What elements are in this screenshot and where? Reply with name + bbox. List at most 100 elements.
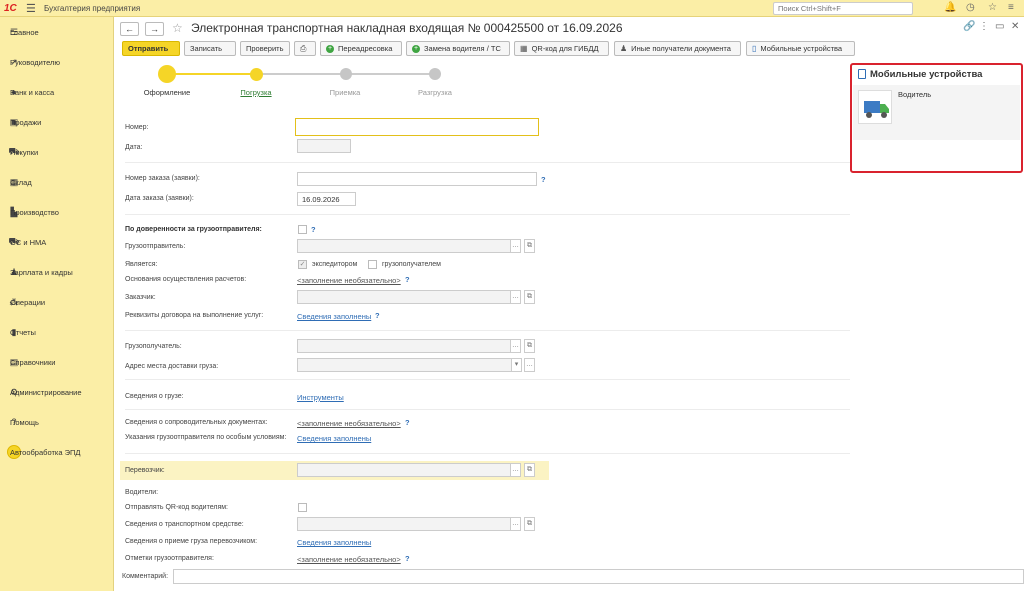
people-icon: ♟	[620, 44, 628, 53]
send-qr-checkbox[interactable]	[298, 503, 307, 512]
carrier-open-icon[interactable]: ⧉	[524, 463, 535, 477]
expand-icon[interactable]: ▭	[995, 21, 1004, 32]
customer-open-icon[interactable]: ⧉	[524, 290, 535, 304]
main-form: ← → ☆ Электронная транспортная накладная…	[115, 17, 1024, 591]
vehicle-open-icon[interactable]: ⧉	[524, 517, 535, 531]
sidebar-item[interactable]: ▮ Отчеты	[0, 322, 114, 342]
comment-field[interactable]	[173, 569, 1024, 584]
other-recipients-button[interactable]: ♟ Иные получатели документа	[614, 41, 741, 56]
cargo-label: Сведения о грузе:	[125, 393, 184, 400]
sidebar-item[interactable]: ● Банк и касса	[0, 82, 114, 102]
link-icon[interactable]: 🔗	[963, 21, 975, 32]
sidebar-item-label: Отчеты	[10, 327, 36, 337]
shipper-select-button[interactable]: …	[510, 239, 521, 253]
contract-link[interactable]: Сведения заполнены	[297, 312, 371, 321]
sidebar-item[interactable]: ⚙ Администрирование	[0, 382, 114, 402]
shipper-field[interactable]	[297, 239, 511, 253]
forward-button[interactable]: →	[145, 22, 164, 36]
driver-card[interactable]: Водитель	[853, 85, 1020, 140]
close-icon[interactable]: ✕	[1011, 21, 1019, 32]
address-field[interactable]	[297, 358, 512, 372]
save-button[interactable]: Записать	[184, 41, 236, 56]
customer-field[interactable]	[297, 290, 511, 304]
send-button[interactable]: Отправить	[122, 41, 180, 56]
carrier-field[interactable]	[297, 463, 511, 477]
sidebar-item[interactable]: ☰ Главное	[0, 22, 114, 42]
plus-icon: +	[412, 44, 420, 53]
notification-bell-icon[interactable]: 🔔	[944, 2, 956, 13]
sidebar-item-label: ОС и НМА	[10, 237, 47, 247]
forwarder-checkbox[interactable]: ✓	[298, 260, 307, 269]
marks-link[interactable]: <заполнение необязательно>	[297, 555, 401, 564]
marks-label: Отметки грузоотправителя:	[125, 555, 214, 562]
consignee-checkbox[interactable]	[368, 260, 377, 269]
sidebar-item[interactable]: ↗ Руководителю	[0, 52, 114, 72]
order-date-label: Дата заказа (заявки):	[125, 195, 194, 202]
address-select-button[interactable]: …	[524, 358, 535, 372]
help-icon[interactable]: ?	[375, 311, 380, 320]
help-icon[interactable]: ?	[311, 225, 316, 234]
help-icon[interactable]: ?	[405, 418, 410, 427]
carrier-select-button[interactable]: …	[510, 463, 521, 477]
help-icon[interactable]: ?	[405, 554, 410, 563]
mobile-phone-icon	[858, 69, 866, 79]
docs-link[interactable]: <заполнение необязательно>	[297, 419, 401, 428]
consignee-field[interactable]	[297, 339, 511, 353]
order-date-field[interactable]: 16.09.2026	[297, 192, 356, 206]
special-link[interactable]: Сведения заполнены	[297, 434, 371, 443]
favorite-star-icon[interactable]: ☆	[988, 2, 997, 13]
send-qr-label: Отправлять QR-код водителям:	[125, 504, 228, 511]
consignee-select-button[interactable]: …	[510, 339, 521, 353]
address-dropdown-button[interactable]: ▾	[511, 358, 522, 372]
readdress-button[interactable]: + Переадресовка	[320, 41, 402, 56]
settlement-link[interactable]: <заполнение необязательно>	[297, 276, 401, 285]
sidebar-item[interactable]: ▦ Склад	[0, 172, 114, 192]
page-title: Электронная транспортная накладная входя…	[191, 21, 623, 35]
number-field[interactable]	[295, 118, 539, 136]
print-icon: ⎙	[300, 43, 307, 53]
mobile-devices-button[interactable]: ▯ Мобильные устройства	[746, 41, 855, 56]
order-number-field[interactable]	[297, 172, 537, 186]
sidebar-item[interactable]: ♟ Зарплата и кадры	[0, 262, 114, 282]
step-label-unloading: Разгрузка	[418, 88, 452, 97]
sidebar-item[interactable]: ▙ Производство	[0, 202, 114, 222]
sidebar-item[interactable]: ▤ Справочники	[0, 352, 114, 372]
sidebar-item[interactable]: ⁂ Операции	[0, 292, 114, 312]
history-icon[interactable]: ◷	[966, 2, 975, 13]
cargo-link[interactable]: Инструменты	[297, 393, 344, 402]
acceptance-link[interactable]: Сведения заполнены	[297, 538, 371, 547]
replace-driver-button[interactable]: + Замена водителя / ТС	[406, 41, 510, 56]
shipper-open-icon[interactable]: ⧉	[524, 239, 535, 253]
step-label-loading[interactable]: Погрузка	[216, 88, 296, 97]
main-menu-icon[interactable]: ☰	[26, 2, 36, 15]
top-bar: 1С ☰ Бухгалтерия предприятия 🔔 ◷ ☆ ≡	[0, 0, 1024, 17]
back-button[interactable]: ←	[120, 22, 139, 36]
sidebar-item[interactable]: ? Помощь	[0, 412, 114, 432]
step-dot-pending	[340, 68, 352, 80]
check-label: Проверить	[246, 44, 284, 53]
vehicle-field[interactable]	[297, 517, 511, 531]
sidebar-item[interactable]: ⛟ ОС и НМА	[0, 232, 114, 252]
section-divider	[125, 409, 850, 410]
more-menu-icon[interactable]: ≡	[1008, 2, 1014, 13]
sidebar-item[interactable]: ⛟ Покупки	[0, 142, 114, 162]
help-icon[interactable]: ?	[541, 175, 546, 184]
proxy-checkbox[interactable]	[298, 225, 307, 234]
check-button[interactable]: Проверить	[240, 41, 290, 56]
qr-code-button[interactable]: ▦ QR-код для ГИБДД	[514, 41, 609, 56]
sidebar-item[interactable]: ▣ Продажи	[0, 112, 114, 132]
step-dot-done	[158, 65, 176, 83]
favorite-star-icon[interactable]: ☆	[172, 21, 183, 35]
sidebar-item-label: Операции	[10, 297, 46, 307]
consignee-open-icon[interactable]: ⧉	[524, 339, 535, 353]
mobile-panel-title: Мобильные устройства	[870, 69, 983, 80]
customer-select-button[interactable]: …	[510, 290, 521, 304]
vehicle-select-button[interactable]: …	[510, 517, 521, 531]
help-icon[interactable]: ?	[405, 275, 410, 284]
sidebar-item-label: Автообработка ЭПД	[10, 447, 81, 457]
print-button[interactable]: ⎙	[294, 41, 316, 56]
sidebar-item[interactable]: Автообработка ЭПД	[0, 442, 114, 462]
date-field[interactable]	[297, 139, 351, 153]
more-options-icon[interactable]: ⋮	[979, 21, 989, 32]
search-input[interactable]	[773, 2, 913, 15]
